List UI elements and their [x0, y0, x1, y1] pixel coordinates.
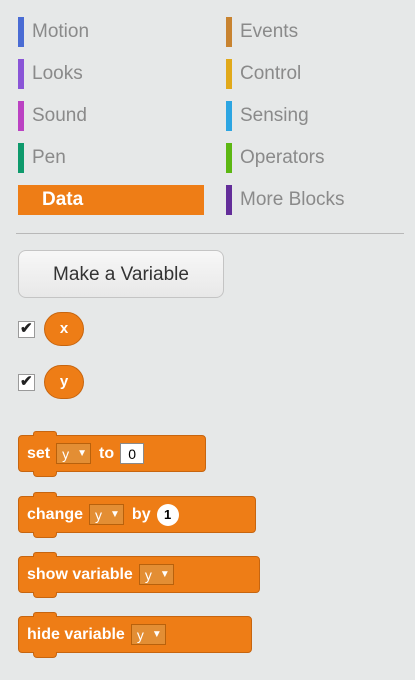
change-variable-dropdown[interactable]: y ▼	[89, 504, 124, 525]
events-color-swatch	[226, 17, 232, 47]
set-value-input[interactable]: 0	[120, 443, 145, 464]
category-sound[interactable]: Sound	[18, 101, 198, 131]
category-label: Control	[240, 63, 302, 84]
category-label: Data	[42, 189, 84, 210]
category-more-blocks[interactable]: More Blocks	[226, 185, 406, 215]
sound-color-swatch	[18, 101, 24, 131]
variable-y-reporter[interactable]: y	[44, 365, 84, 399]
triangle-down-icon: ▼	[110, 509, 120, 520]
dropdown-value: y	[136, 626, 144, 643]
pen-color-swatch	[18, 143, 24, 173]
category-data[interactable]: Data	[18, 185, 204, 215]
category-sensing[interactable]: Sensing	[226, 101, 406, 131]
operators-color-swatch	[226, 143, 232, 173]
change-value-input[interactable]: 1	[156, 503, 179, 526]
variable-y-checkbox[interactable]: ✔	[18, 373, 35, 391]
category-label: Motion	[32, 21, 90, 42]
variable-x-reporter[interactable]: x	[44, 312, 84, 346]
to-label: to	[99, 444, 115, 462]
category-motion[interactable]: Motion	[18, 17, 198, 47]
category-label: Events	[240, 21, 299, 42]
set-variable-block[interactable]: set y ▼ to 0	[18, 431, 206, 477]
variable-x-checkbox[interactable]: ✔	[18, 320, 35, 338]
sensing-color-swatch	[226, 101, 232, 131]
category-label: Sound	[32, 105, 87, 126]
category-pen[interactable]: Pen	[18, 143, 198, 173]
show-variable-label: show variable	[27, 565, 133, 583]
check-mark-icon: ✔	[20, 320, 33, 337]
more-blocks-color-swatch	[226, 185, 232, 215]
palette-divider	[16, 233, 404, 234]
change-variable-block[interactable]: change y ▼ by 1	[18, 492, 256, 538]
triangle-down-icon: ▼	[151, 629, 162, 640]
hide-variable-label: hide variable	[27, 625, 125, 643]
dropdown-value: y	[144, 566, 152, 583]
category-label: Looks	[32, 63, 83, 84]
category-label: More Blocks	[240, 189, 345, 210]
check-mark-icon: ✔	[20, 373, 33, 390]
dropdown-value: y	[62, 445, 70, 462]
category-control[interactable]: Control	[226, 59, 406, 89]
category-label: Sensing	[240, 105, 309, 126]
show-variable-block[interactable]: show variable y ▼	[18, 552, 260, 598]
hide-variable-block[interactable]: hide variable y ▼	[18, 612, 252, 658]
by-label: by	[131, 505, 151, 523]
triangle-down-icon: ▼	[77, 448, 88, 459]
category-label: Pen	[32, 147, 66, 168]
data-color-swatch	[18, 185, 24, 215]
looks-color-swatch	[18, 59, 24, 89]
set-variable-dropdown[interactable]: y ▼	[56, 443, 92, 464]
set-label: set	[27, 444, 51, 462]
make-variable-button[interactable]: Make a Variable	[18, 250, 224, 298]
change-label: change	[27, 505, 84, 523]
triangle-down-icon: ▼	[159, 569, 170, 580]
motion-color-swatch	[18, 17, 24, 47]
category-label: Operators	[240, 147, 325, 168]
category-operators[interactable]: Operators	[226, 143, 406, 173]
category-looks[interactable]: Looks	[18, 59, 198, 89]
dropdown-value: y	[95, 506, 103, 523]
show-variable-dropdown[interactable]: y ▼	[138, 564, 174, 585]
category-events[interactable]: Events	[226, 17, 406, 47]
hide-variable-dropdown[interactable]: y ▼	[130, 624, 166, 645]
control-color-swatch	[226, 59, 232, 89]
